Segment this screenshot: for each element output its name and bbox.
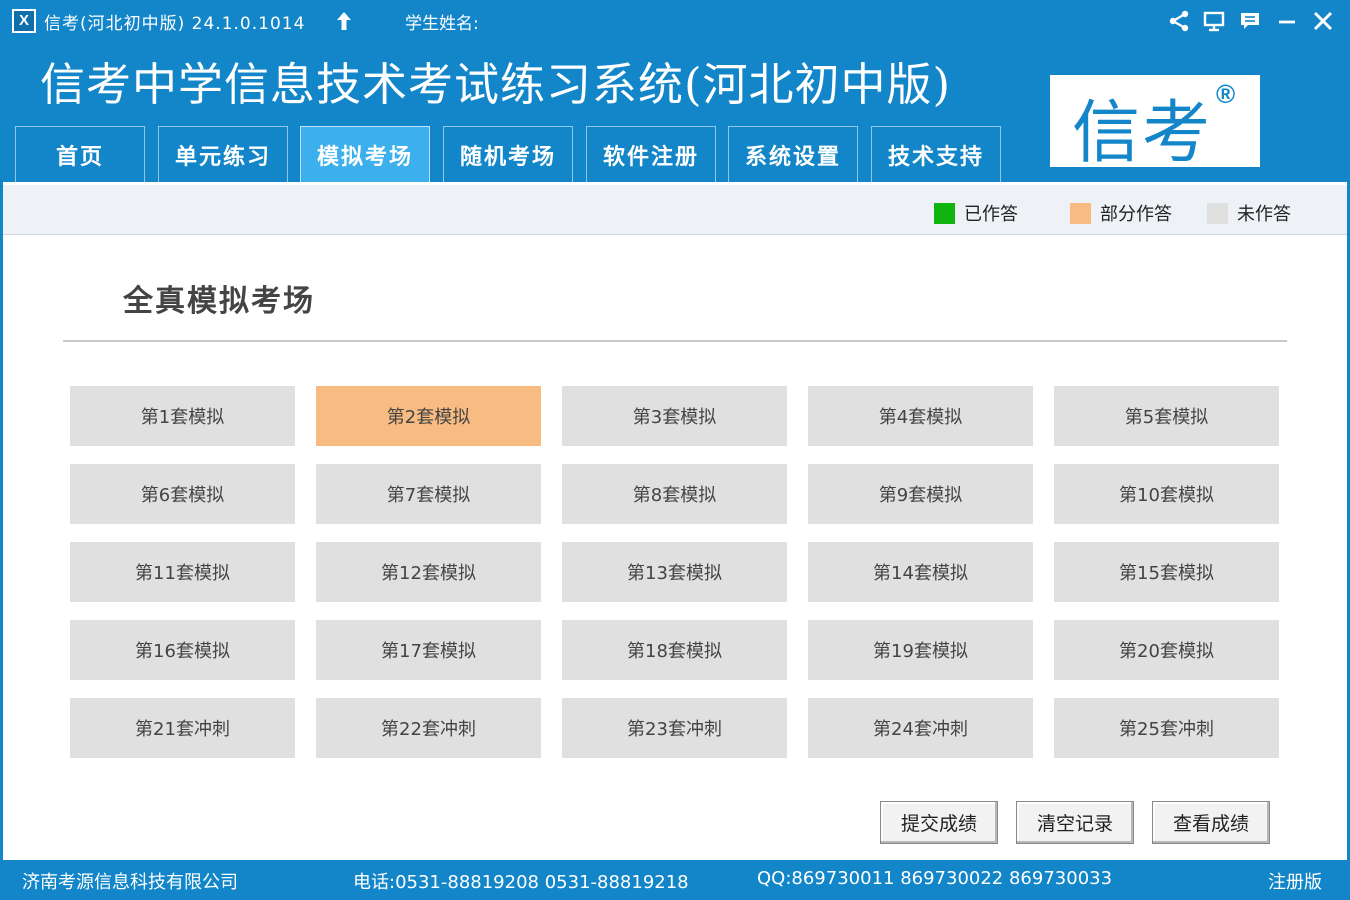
share-icon[interactable] (1166, 8, 1192, 34)
main-title: 信考中学信息技术考试练习系统(河北初中版) (40, 58, 952, 111)
exam-set-button[interactable]: 第1套模拟 (70, 386, 295, 446)
exam-set-button[interactable]: 第19套模拟 (808, 620, 1033, 680)
legend-partial: 部分作答 (1070, 200, 1172, 226)
exam-set-button[interactable]: 第7套模拟 (316, 464, 541, 524)
tab-support[interactable]: 技术支持 (871, 126, 1001, 182)
exam-set-button[interactable]: 第4套模拟 (808, 386, 1033, 446)
tab-random-exam[interactable]: 随机考场 (443, 126, 573, 182)
monitor-icon[interactable] (1201, 8, 1227, 34)
divider (63, 340, 1287, 342)
exam-set-button[interactable]: 第10套模拟 (1054, 464, 1279, 524)
footer-company: 济南考源信息科技有限公司 (22, 872, 238, 893)
legend-swatch-partial (1070, 202, 1091, 224)
exam-set-button[interactable]: 第9套模拟 (808, 464, 1033, 524)
brand-logo: 信考 ® (1050, 75, 1260, 173)
exam-set-button[interactable]: 第12套模拟 (316, 542, 541, 602)
app-logo-icon: X (12, 9, 36, 33)
exam-set-button[interactable]: 第16套模拟 (70, 620, 295, 680)
close-icon[interactable] (1310, 8, 1336, 34)
tab-settings[interactable]: 系统设置 (728, 126, 858, 182)
app-title: 信考(河北初中版) 24.1.0.1014 (44, 14, 306, 34)
legend-swatch-answered (934, 202, 955, 224)
legend-bar: 已作答 部分作答 未作答 (3, 185, 1347, 235)
exam-set-button[interactable]: 第25套冲刺 (1054, 698, 1279, 758)
exam-set-button[interactable]: 第21套冲刺 (70, 698, 295, 758)
exam-set-button[interactable]: 第11套模拟 (70, 542, 295, 602)
exam-set-button[interactable]: 第5套模拟 (1054, 386, 1279, 446)
exam-set-button[interactable]: 第22套冲刺 (316, 698, 541, 758)
exam-set-button[interactable]: 第24套冲刺 (808, 698, 1033, 758)
content-panel: 已作答 部分作答 未作答 全真模拟考场 第1套模拟 第2套模拟 第3套模拟 第4套模拟… (3, 182, 1347, 860)
exam-set-button[interactable]: 第20套模拟 (1054, 620, 1279, 680)
tab-mock-exam[interactable]: 模拟考场 (300, 126, 430, 182)
footer-edition[interactable]: 注册版 (1268, 868, 1322, 894)
exam-set-button[interactable]: 第14套模拟 (808, 542, 1033, 602)
footer-phone: 电话:0531-88819208 0531-88819218 (353, 872, 689, 893)
footer-qq: QQ:869730011 869730022 869730033 (757, 868, 1113, 889)
registered-mark-icon: ® (1216, 79, 1236, 109)
section-title: 全真模拟考场 (123, 284, 315, 319)
exam-set-button[interactable]: 第23套冲刺 (562, 698, 787, 758)
exam-set-button[interactable]: 第15套模拟 (1054, 542, 1279, 602)
student-name-label: 学生姓名: (405, 14, 479, 34)
exam-set-button[interactable]: 第13套模拟 (562, 542, 787, 602)
legend-answered: 已作答 (934, 200, 1018, 226)
exam-set-button[interactable]: 第17套模拟 (316, 620, 541, 680)
exam-set-button[interactable]: 第8套模拟 (562, 464, 787, 524)
submit-score-button[interactable]: 提交成绩 (880, 801, 998, 844)
view-score-button[interactable]: 查看成绩 (1152, 801, 1270, 844)
message-icon[interactable] (1237, 8, 1263, 34)
legend-label: 未作答 (1237, 204, 1291, 225)
minimize-icon[interactable] (1274, 8, 1300, 34)
update-arrow-icon[interactable] (337, 12, 351, 30)
exam-set-button[interactable]: 第3套模拟 (562, 386, 787, 446)
tab-registration[interactable]: 软件注册 (586, 126, 716, 182)
exam-set-button[interactable]: 第18套模拟 (562, 620, 787, 680)
title-bar: X 信考(河北初中版) 24.1.0.1014 学生姓名: (0, 0, 1350, 42)
clear-record-button[interactable]: 清空记录 (1016, 801, 1134, 844)
tab-unit-practice[interactable]: 单元练习 (158, 126, 288, 182)
legend-label: 部分作答 (1100, 204, 1172, 225)
exam-set-grid: 第1套模拟 第2套模拟 第3套模拟 第4套模拟 第5套模拟第6套模拟 第7套模拟 第8套模拟… (70, 386, 1279, 758)
exam-set-button[interactable]: 第6套模拟 (70, 464, 295, 524)
tab-home[interactable]: 首页 (15, 126, 145, 182)
brand-text: 信考 (1072, 94, 1213, 173)
legend-swatch-unanswered (1207, 202, 1228, 224)
exam-set-button[interactable]: 第2套模拟 (316, 386, 541, 446)
legend-unanswered: 未作答 (1207, 200, 1291, 226)
legend-label: 已作答 (964, 204, 1018, 225)
